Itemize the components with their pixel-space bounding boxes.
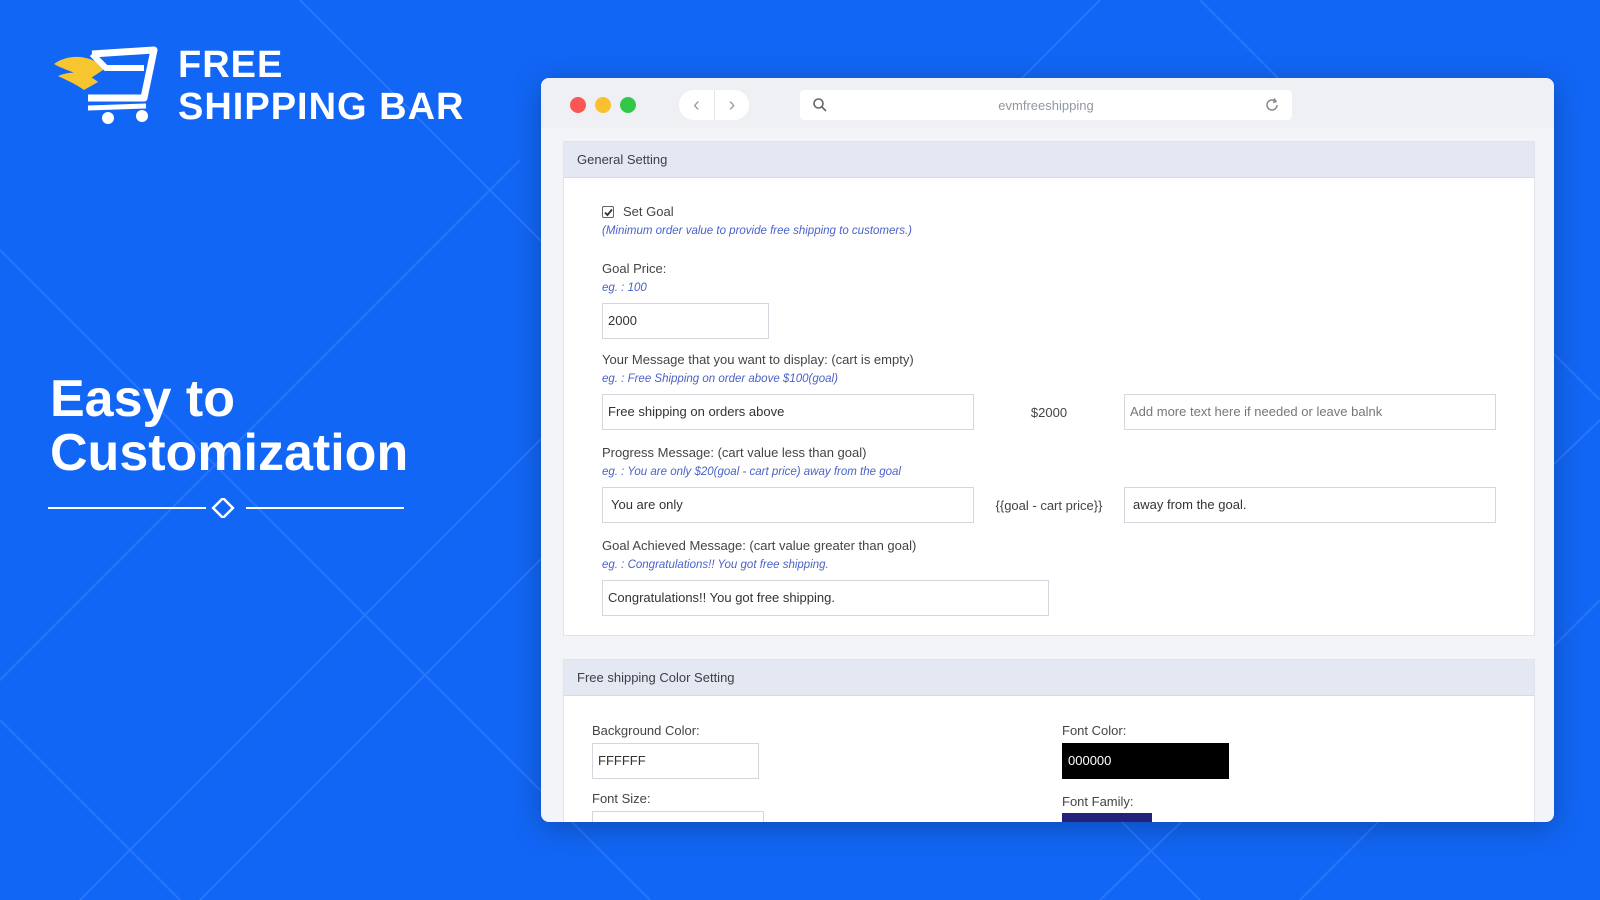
- empty-message-goal-value: $2000: [1030, 405, 1068, 420]
- font-family-select[interactable]: [1062, 813, 1152, 822]
- font-size-input[interactable]: [592, 811, 764, 822]
- shopping-cart-wing-icon: [54, 46, 158, 124]
- address-url: evmfreeshipping: [998, 98, 1094, 113]
- checkmark-icon: [604, 208, 613, 217]
- color-setting-panel: Free shipping Color Setting Background C…: [563, 659, 1535, 822]
- chevron-left-icon[interactable]: ‹: [679, 90, 714, 120]
- progress-message-hint: eg. : You are only $20(goal - cart price…: [602, 466, 901, 478]
- chevron-right-icon[interactable]: ›: [714, 90, 749, 120]
- maximize-window-button[interactable]: [620, 97, 636, 113]
- achieved-message-hint: eg. : Congratulations!! You got free shi…: [602, 559, 829, 571]
- browser-window: ‹ › evmfreeshipping General Setting Set …: [541, 78, 1554, 822]
- goal-price-input[interactable]: 2000: [602, 303, 769, 339]
- general-setting-panel: General Setting Set Goal (Minimum order …: [563, 141, 1535, 636]
- goal-price-hint: eg. : 100: [602, 282, 647, 294]
- set-goal-checkbox[interactable]: [602, 206, 614, 218]
- color-setting-title: Free shipping Color Setting: [564, 660, 1534, 696]
- font-family-label: Font Family:: [1062, 794, 1134, 809]
- address-bar[interactable]: evmfreeshipping: [800, 90, 1292, 120]
- achieved-message-label: Goal Achieved Message: (cart value great…: [602, 538, 917, 553]
- minimize-window-button[interactable]: [595, 97, 611, 113]
- app-logo: FREE SHIPPING BAR: [48, 44, 464, 128]
- logo-title-line2: SHIPPING BAR: [178, 86, 465, 128]
- empty-message-suffix-input[interactable]: Add more text here if needed or leave ba…: [1124, 394, 1496, 430]
- set-goal-label: Set Goal: [623, 204, 674, 219]
- empty-message-hint: eg. : Free Shipping on order above $100(…: [602, 373, 838, 385]
- nav-buttons: ‹ ›: [679, 90, 749, 120]
- close-window-button[interactable]: [570, 97, 586, 113]
- background-color-label: Background Color:: [592, 723, 700, 738]
- decorative-divider: [48, 498, 404, 518]
- empty-message-input[interactable]: Free shipping on orders above: [602, 394, 974, 430]
- background-color-input[interactable]: FFFFFF: [592, 743, 759, 779]
- headline-line2: Customization: [50, 424, 409, 482]
- browser-titlebar: ‹ › evmfreeshipping: [541, 78, 1554, 128]
- empty-message-label: Your Message that you want to display: (…: [602, 352, 914, 367]
- font-color-input[interactable]: 000000: [1062, 743, 1229, 779]
- font-color-label: Font Color:: [1062, 723, 1127, 738]
- set-goal-hint: (Minimum order value to provide free shi…: [602, 225, 912, 237]
- progress-message-suffix-input[interactable]: away from the goal.: [1124, 487, 1496, 523]
- progress-message-input[interactable]: You are only: [602, 487, 974, 523]
- headline-line1: Easy to: [50, 370, 235, 428]
- progress-message-placeholder-token: {{goal - cart price}}: [995, 498, 1103, 513]
- font-size-label: Font Size:: [592, 791, 651, 806]
- logo-title-line1: FREE: [178, 44, 284, 86]
- goal-price-label: Goal Price:: [602, 261, 667, 276]
- headline: Easy to Customization: [50, 372, 408, 480]
- general-setting-title: General Setting: [564, 142, 1534, 178]
- progress-message-label: Progress Message: (cart value less than …: [602, 445, 867, 460]
- reload-icon[interactable]: [1264, 97, 1280, 113]
- achieved-message-input[interactable]: Congratulations!! You got free shipping.: [602, 580, 1049, 616]
